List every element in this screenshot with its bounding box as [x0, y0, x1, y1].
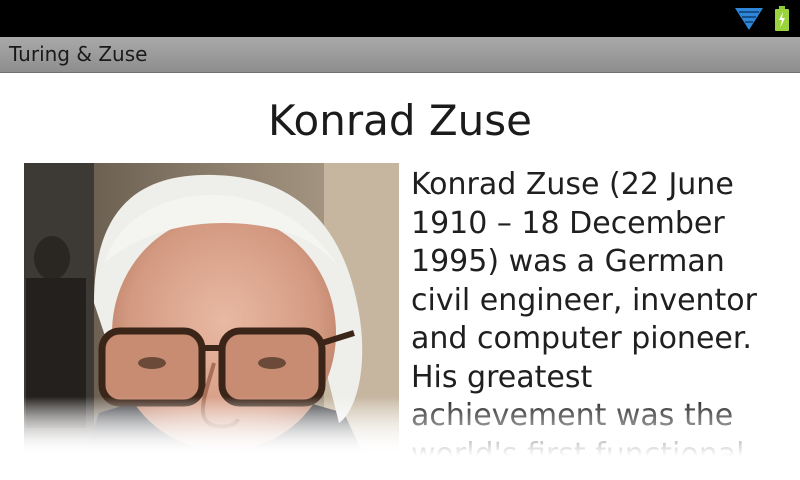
action-bar: Turing & Zuse	[0, 37, 800, 73]
battery-charging-icon	[775, 6, 789, 31]
article-body: Konrad Zuse (22 June 1910 – 18 December …	[411, 167, 757, 456]
article-heading: Konrad Zuse	[268, 96, 532, 145]
article-view[interactable]: Konrad Zuse Konrad Zuse (22 June 1910 – …	[0, 74, 800, 456]
status-bar	[0, 0, 800, 37]
portrait-image	[24, 163, 399, 456]
app-title: Turing & Zuse	[9, 42, 148, 66]
wifi-icon	[735, 8, 763, 30]
